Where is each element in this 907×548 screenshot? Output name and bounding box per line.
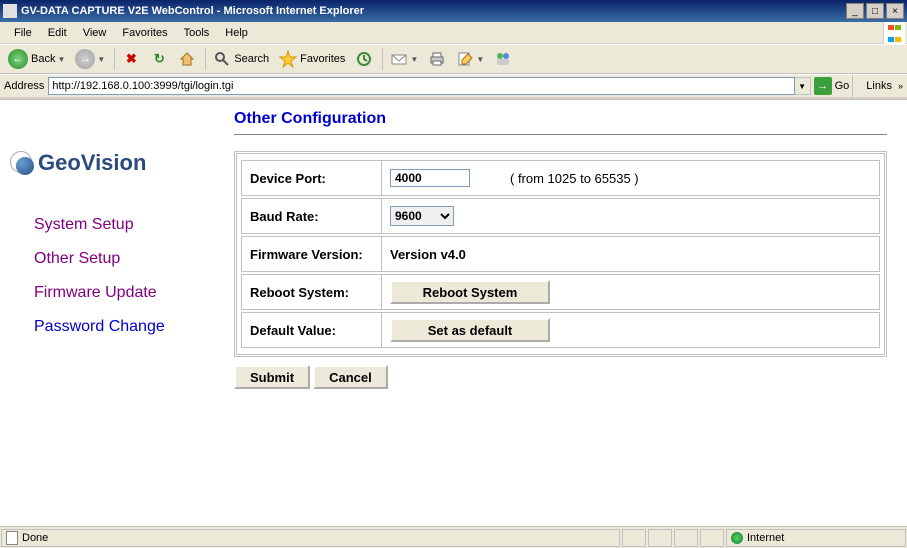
messenger-icon [494,50,512,68]
forward-button[interactable]: → ▼ [71,47,109,71]
cancel-button[interactable]: Cancel [313,365,388,389]
back-button[interactable]: ← Back ▼ [4,47,69,71]
go-arrow-icon: → [814,77,832,95]
menu-tools[interactable]: Tools [176,25,218,41]
row-device-port: Device Port: ( from 1025 to 65535 ) [241,160,880,196]
back-arrow-icon: ← [8,49,28,69]
row-baud-rate: Baud Rate: 9600 [241,198,880,234]
label-default-value: Default Value: [242,313,382,347]
refresh-icon: ↻ [150,50,168,68]
chevron-down-icon: ▼ [57,55,65,64]
page-body: GeoVision System Setup Other Setup Firmw… [0,99,907,526]
mail-icon [390,50,408,68]
set-as-default-button[interactable]: Set as default [390,318,550,342]
menu-edit[interactable]: Edit [40,25,75,41]
toolbar-separator [114,48,115,70]
sidebar-item-password-change[interactable]: Password Change [34,318,214,336]
status-bar: Done Internet [0,526,907,548]
address-input[interactable]: http://192.168.0.100:3999/tgi/login.tgi [48,77,794,95]
print-button[interactable] [424,47,450,71]
status-zone: Internet [747,532,784,544]
app-icon [3,4,17,18]
config-form: Device Port: ( from 1025 to 65535 ) Baud… [234,151,887,357]
toolbar-separator [852,75,853,97]
chevron-down-icon: ▼ [97,55,105,64]
label-reboot-system: Reboot System: [242,275,382,309]
close-button[interactable]: × [886,3,904,19]
window-title: GV-DATA CAPTURE V2E WebControl - Microso… [21,5,844,17]
label-baud-rate: Baud Rate: [242,199,382,233]
address-dropdown[interactable]: ▼ [795,77,811,95]
menu-bar: File Edit View Favorites Tools Help [0,22,907,44]
home-icon [178,50,196,68]
menu-favorites[interactable]: Favorites [114,25,175,41]
firmware-version-value: Version v4.0 [390,247,466,262]
device-port-input[interactable] [390,169,470,187]
submit-button[interactable]: Submit [234,365,310,389]
minimize-button[interactable]: _ [846,3,864,19]
page-title: Other Configuration [234,110,887,135]
status-text-cell: Done [1,529,620,547]
forward-arrow-icon: → [75,49,95,69]
label-firmware-version: Firmware Version: [242,237,382,271]
device-port-hint: ( from 1025 to 65535 ) [510,171,639,186]
links-button[interactable]: Links [862,80,896,92]
form-buttons: Submit Cancel [234,365,887,389]
go-button[interactable]: → Go [814,77,850,95]
refresh-button[interactable]: ↻ [146,47,172,71]
row-firmware-version: Firmware Version: Version v4.0 [241,236,880,272]
page-icon [6,531,18,545]
search-button[interactable]: Search [209,47,273,71]
toolbar: ← Back ▼ → ▼ ✖ ↻ Search Favorites [0,44,907,74]
status-zone-cell: Internet [726,529,906,547]
stop-icon: ✖ [122,50,140,68]
toolbar-separator [205,48,206,70]
sidebar: GeoVision System Setup Other Setup Firmw… [0,100,230,526]
favorites-button[interactable]: Favorites [275,47,349,71]
maximize-button[interactable]: □ [866,3,884,19]
mail-button[interactable]: ▼ [386,47,422,71]
print-icon [428,50,446,68]
sidebar-item-firmware-update[interactable]: Firmware Update [34,284,214,302]
label-device-port: Device Port: [242,161,382,195]
sidebar-item-system-setup[interactable]: System Setup [34,216,214,234]
star-icon [279,50,297,68]
status-cell-2 [648,529,672,547]
status-cell-1 [622,529,646,547]
history-icon [355,50,373,68]
row-default-value: Default Value: Set as default [241,312,880,348]
edit-icon [456,50,474,68]
history-button[interactable] [351,47,377,71]
content: Other Configuration Device Port: ( from … [230,100,907,526]
stop-button[interactable]: ✖ [118,47,144,71]
reboot-system-button[interactable]: Reboot System [390,280,550,304]
chevron-right-icon: » [898,81,903,91]
address-label: Address [4,80,44,92]
baud-rate-select[interactable]: 9600 [390,206,454,226]
address-bar: Address http://192.168.0.100:3999/tgi/lo… [0,74,907,99]
menu-view[interactable]: View [75,25,115,41]
windows-logo-icon [883,22,905,44]
status-cell-4 [700,529,724,547]
globe-icon [731,532,743,544]
menu-file[interactable]: File [6,25,40,41]
home-button[interactable] [174,47,200,71]
chevron-down-icon: ▼ [476,55,484,64]
chevron-down-icon: ▼ [410,55,418,64]
status-cell-3 [674,529,698,547]
search-icon [213,50,231,68]
row-reboot-system: Reboot System: Reboot System [241,274,880,310]
logo-mark-icon [10,151,34,175]
toolbar-separator [382,48,383,70]
window-titlebar: GV-DATA CAPTURE V2E WebControl - Microso… [0,0,907,22]
messenger-button[interactable] [490,47,516,71]
menu-help[interactable]: Help [217,25,256,41]
edit-button[interactable]: ▼ [452,47,488,71]
brand-logo: GeoVision [10,150,230,176]
status-text: Done [22,532,48,544]
brand-name: GeoVision [38,150,146,176]
sidebar-item-other-setup[interactable]: Other Setup [34,250,214,268]
